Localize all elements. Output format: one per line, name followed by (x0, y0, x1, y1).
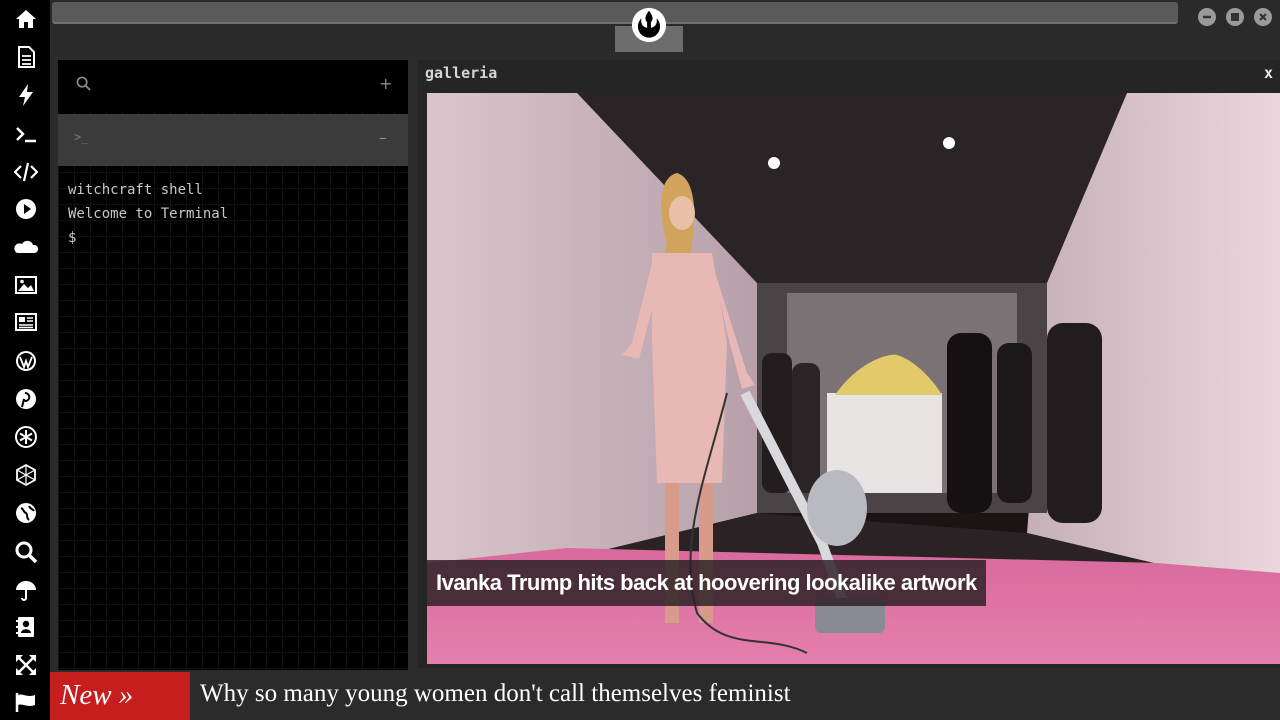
prompt-glyph-icon: >_ (74, 130, 89, 144)
rebel-alliance-logo-icon (630, 6, 668, 44)
play-icon[interactable] (12, 195, 40, 223)
flag-icon[interactable] (12, 688, 40, 716)
ticker-badge: New » (50, 672, 190, 720)
pinterest-icon[interactable] (12, 385, 40, 413)
gallery-title: galleria (425, 64, 498, 82)
terminal-line: $ (68, 230, 77, 246)
search-icon[interactable] (76, 76, 91, 95)
ticker-headline-link[interactable]: Why so many young women don't call thems… (200, 672, 791, 716)
newspaper-icon[interactable] (12, 308, 40, 336)
top-bar (50, 0, 1280, 54)
image-icon[interactable] (12, 271, 40, 299)
gallery-panel: galleria x Ivanka Trump hits back at hoo… (418, 60, 1280, 668)
close-icon[interactable] (1254, 8, 1272, 26)
wordpress-icon[interactable] (12, 347, 40, 375)
asterisk-icon[interactable] (12, 423, 40, 451)
terminal-icon[interactable] (12, 120, 40, 148)
address-bar[interactable] (52, 2, 1178, 24)
globe-icon[interactable] (12, 499, 40, 527)
contact-icon[interactable] (12, 613, 40, 641)
code-icon[interactable] (12, 158, 40, 186)
terminal-search-bar[interactable]: + (58, 60, 408, 112)
cloud-icon[interactable] (12, 233, 40, 261)
expand-icon[interactable] (12, 651, 40, 679)
home-icon[interactable] (12, 5, 40, 33)
terminal-panel: + >_ – witchcraft shell Welcome to Termi… (58, 60, 408, 670)
search-icon[interactable] (12, 538, 40, 566)
document-icon[interactable] (12, 43, 40, 71)
umbrella-icon[interactable] (12, 576, 40, 604)
minimize-icon[interactable] (1198, 8, 1216, 26)
maximize-icon[interactable] (1226, 8, 1244, 26)
collapse-button[interactable]: – (379, 128, 387, 147)
terminal-input-bar[interactable]: >_ – (58, 114, 408, 166)
app-sidebar (0, 0, 50, 720)
add-button[interactable]: + (379, 74, 392, 93)
news-ticker: New » Why so many young women don't call… (50, 672, 1280, 720)
bolt-icon[interactable] (12, 81, 40, 109)
terminal-output[interactable]: witchcraft shell Welcome to Terminal $ (68, 178, 228, 250)
gallery-close-button[interactable]: x (1264, 64, 1273, 82)
network-icon[interactable] (12, 461, 40, 489)
terminal-line: witchcraft shell (68, 182, 203, 198)
terminal-line: Welcome to Terminal (68, 206, 229, 222)
photo-caption[interactable]: Ivanka Trump hits back at hoovering look… (427, 560, 986, 606)
